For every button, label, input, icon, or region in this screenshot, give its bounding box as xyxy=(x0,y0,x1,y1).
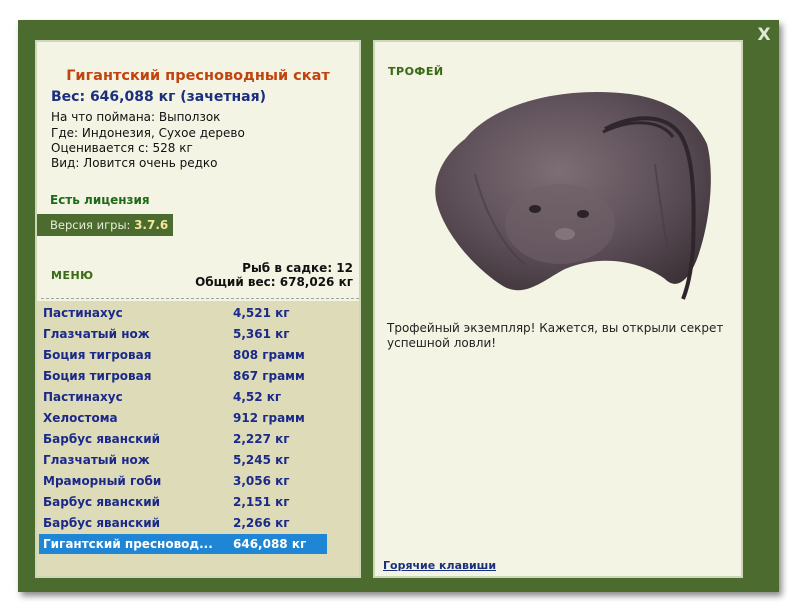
list-item[interactable]: Мраморный гоби 3,056 кг xyxy=(39,471,327,491)
fish-name: Барбус яванский xyxy=(43,432,161,446)
fish-weight-value: 2,266 кг xyxy=(233,516,290,530)
fish-name: Пастинахус xyxy=(43,390,123,404)
keepnet-count: Рыб в садке: 12 xyxy=(242,261,353,275)
version-box: Версия игры: 3.7.6 xyxy=(37,214,173,236)
list-item[interactable]: Глазчатый нож 5,245 кг xyxy=(39,450,327,470)
fish-name: Боция тигровая xyxy=(43,348,152,362)
location-info: Где: Индонезия, Сухое дерево xyxy=(51,126,245,140)
version-number: 3.7.6 xyxy=(134,218,169,232)
fish-weight: Вес: 646,088 кг (зачетная) xyxy=(51,89,266,105)
fish-name: Мраморный гоби xyxy=(43,474,162,488)
list-item[interactable]: Гигантский пресновод... 646,088 кг xyxy=(39,534,327,554)
trophy-description: Трофейный экземпляр! Кажется, вы открыли… xyxy=(387,321,724,350)
hotkeys-link[interactable]: Горячие клавиши xyxy=(383,559,496,572)
bait-info: На что поймана: Выползок xyxy=(51,110,221,124)
license-status: Есть лицензия xyxy=(50,193,150,207)
fish-name: Боция тигровая xyxy=(43,369,152,383)
keepnet-total-weight: Общий вес: 678,026 кг xyxy=(195,275,353,289)
catch-info-panel: Гигантский пресноводный скат Вес: 646,08… xyxy=(35,40,361,578)
fish-weight-value: 2,151 кг xyxy=(233,495,290,509)
fish-name: Хелостома xyxy=(43,411,118,425)
fish-weight-value: 646,088 кг xyxy=(233,537,307,551)
fish-weight-value: 3,056 кг xyxy=(233,474,290,488)
version-label: Версия игры: xyxy=(50,218,131,232)
fish-weight-value: 5,361 кг xyxy=(233,327,290,341)
fish-weight-value: 2,227 кг xyxy=(233,432,290,446)
fish-weight-value: 912 грамм xyxy=(233,411,305,425)
list-item[interactable]: Пастинахус 4,52 кг xyxy=(39,387,327,407)
fish-name: Барбус яванский xyxy=(43,516,161,530)
list-item[interactable]: Барбус яванский 2,227 кг xyxy=(39,429,327,449)
fish-name: Пастинахус xyxy=(43,306,123,320)
close-button[interactable]: X xyxy=(754,24,774,46)
stingray-image xyxy=(435,91,711,300)
fish-name: Глазчатый нож xyxy=(43,327,150,341)
fish-weight-value: 5,245 кг xyxy=(233,453,290,467)
list-item[interactable]: Хелостома 912 грамм xyxy=(39,408,327,428)
trophy-panel: ТРОФЕЙ Трофейный экземпляр! Кажется, вы … xyxy=(373,40,743,578)
fish-name: Глазчатый нож xyxy=(43,453,150,467)
fish-name: Барбус яванский xyxy=(43,495,161,509)
fish-name: Гигантский пресновод... xyxy=(43,537,213,551)
fish-weight-value: 4,521 кг xyxy=(233,306,290,320)
rarity-info: Вид: Ловится очень редко xyxy=(51,156,218,170)
keepnet-summary: Рыб в садке: 12 Общий вес: 678,026 кг xyxy=(195,261,353,289)
list-item[interactable]: Пастинахус 4,521 кг xyxy=(39,303,327,323)
fish-title: Гигантский пресноводный скат xyxy=(66,68,330,84)
list-item[interactable]: Барбус яванский 2,151 кг xyxy=(39,492,327,512)
fish-weight-value: 867 грамм xyxy=(233,369,305,383)
list-item[interactable]: Барбус яванский 2,266 кг xyxy=(39,513,327,533)
list-item[interactable]: Боция тигровая 867 грамм xyxy=(39,366,327,386)
divider xyxy=(41,298,359,299)
catch-list: Пастинахус 4,521 кг Глазчатый нож 5,361 кг Б… xyxy=(37,301,359,576)
fish-weight-value: 4,52 кг xyxy=(233,390,282,404)
value-info: Оценивается с: 528 кг xyxy=(51,141,193,155)
list-item[interactable]: Глазчатый нож 5,361 кг xyxy=(39,324,327,344)
fish-weight-value: 808 грамм xyxy=(233,348,305,362)
menu-button[interactable]: МЕНЮ xyxy=(51,269,94,282)
list-item[interactable]: Боция тигровая 808 грамм xyxy=(39,345,327,365)
